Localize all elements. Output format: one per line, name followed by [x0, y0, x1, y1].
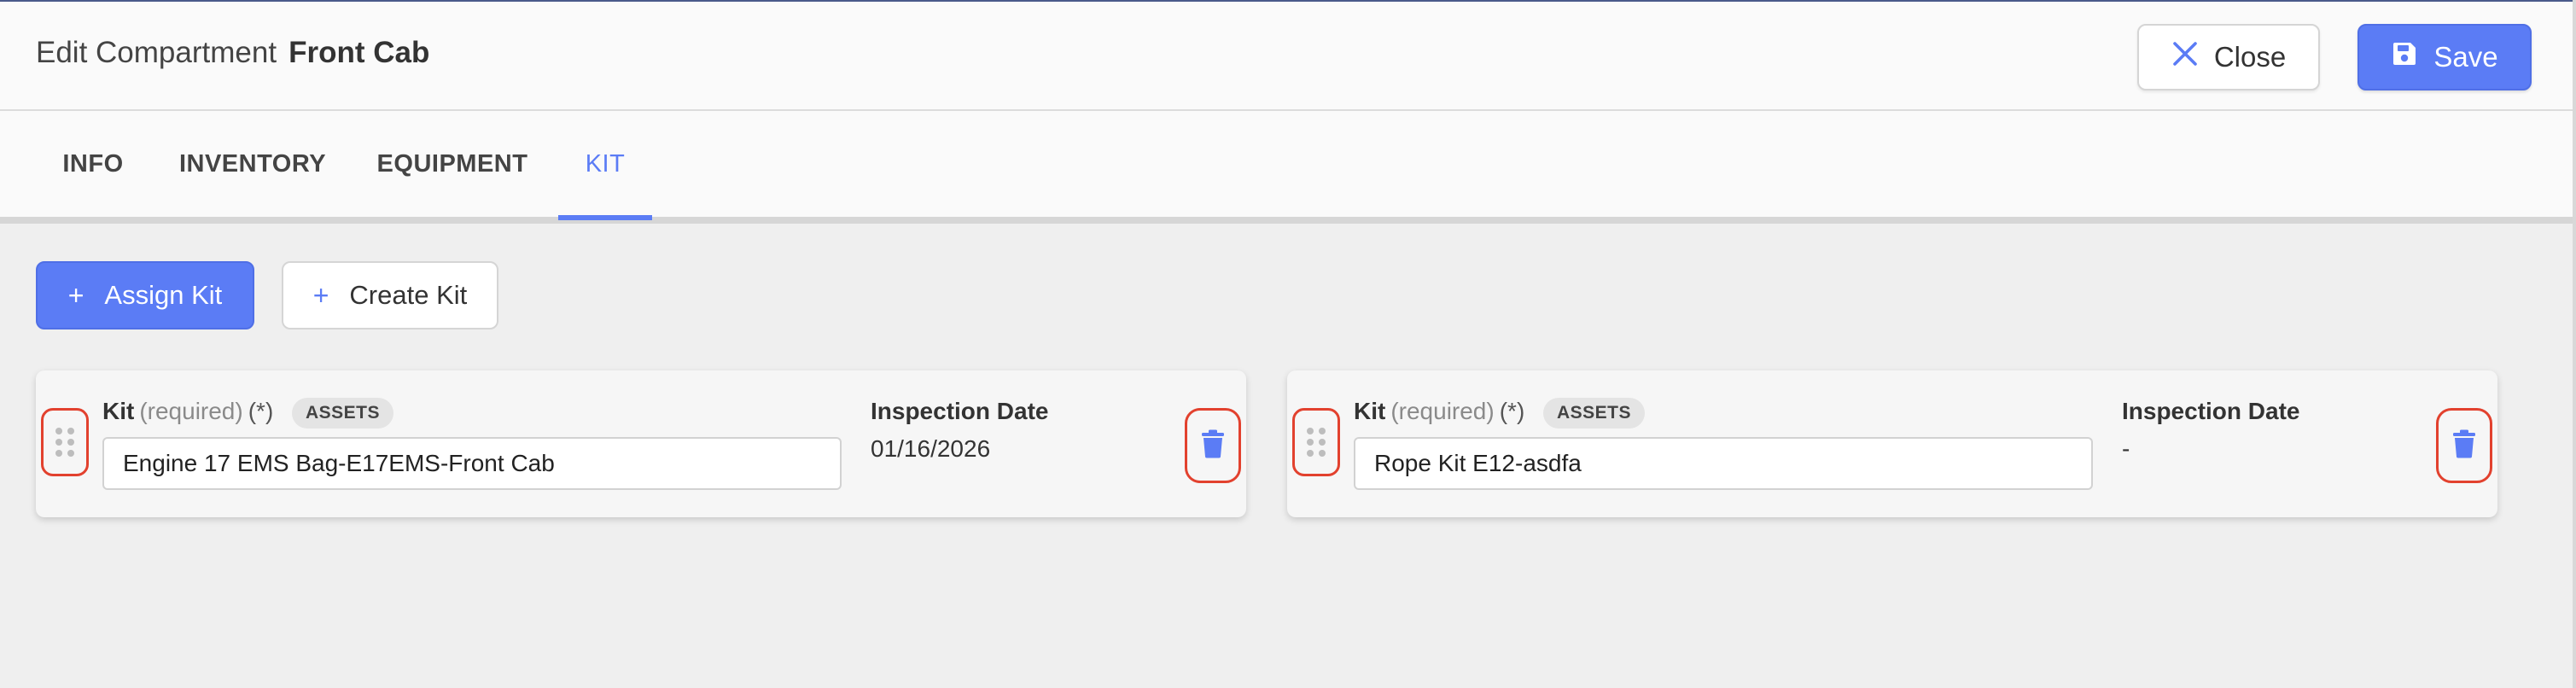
inspection-date-value: 01/16/2026 — [871, 435, 991, 462]
close-icon — [2171, 40, 2199, 74]
trash-icon — [2452, 429, 2476, 463]
kit-field-label: Kit (required) (*) — [1354, 398, 1525, 424]
plus-icon: + — [67, 280, 85, 311]
window-edge — [2573, 0, 2576, 688]
compartment-name: Front Cab — [288, 36, 430, 69]
close-button[interactable]: Close — [2137, 24, 2320, 90]
page-title: Edit Compartment Front Cab — [36, 36, 429, 70]
tab-bar: INFO INVENTORY EQUIPMENT KIT — [0, 111, 2573, 224]
assets-badge: ASSETS — [292, 398, 394, 429]
kit-select-field[interactable]: Engine 17 EMS Bag-E17EMS-Front Cab — [102, 437, 842, 490]
delete-kit-button[interactable] — [1185, 408, 1241, 483]
inspection-date-label: Inspection Date — [2122, 398, 2300, 424]
inspection-date-value: - — [2122, 435, 2130, 462]
assign-kit-button[interactable]: + Assign Kit — [36, 261, 254, 329]
create-kit-label: Create Kit — [349, 280, 468, 310]
assign-kit-label: Assign Kit — [104, 280, 223, 310]
save-disk-icon — [2391, 40, 2418, 74]
kit-select-field[interactable]: Rope Kit E12-asdfa — [1354, 437, 2093, 490]
kit-card: Kit (required) (*) ASSETS Engine 17 EMS Ba… — [36, 370, 1246, 517]
drag-handle-icon — [1307, 428, 1326, 457]
assets-badge: ASSETS — [1543, 398, 1646, 429]
tab-inventory[interactable]: INVENTORY — [169, 111, 336, 217]
save-button-label: Save — [2433, 41, 2498, 73]
kit-card: Kit (required) (*) ASSETS Rope Kit E12-asd… — [1287, 370, 2497, 517]
drag-handle-icon — [55, 428, 74, 457]
tab-equipment[interactable]: EQUIPMENT — [360, 111, 545, 217]
tab-kit[interactable]: KIT — [558, 111, 652, 220]
plus-icon: + — [312, 280, 329, 311]
page-title-prefix: Edit Compartment — [36, 36, 277, 69]
save-button[interactable]: Save — [2357, 24, 2532, 90]
drag-handle[interactable] — [1292, 408, 1340, 476]
page-header: Edit Compartment Front Cab Close Save — [0, 2, 2573, 111]
inspection-date-label: Inspection Date — [871, 398, 1049, 424]
close-button-label: Close — [2213, 41, 2287, 73]
create-kit-button[interactable]: + Create Kit — [282, 261, 498, 329]
tab-info[interactable]: INFO — [41, 111, 145, 217]
delete-kit-button[interactable] — [2436, 408, 2492, 483]
kit-field-label: Kit (required) (*) — [102, 398, 274, 424]
drag-handle[interactable] — [41, 408, 89, 476]
trash-icon — [1201, 429, 1225, 463]
